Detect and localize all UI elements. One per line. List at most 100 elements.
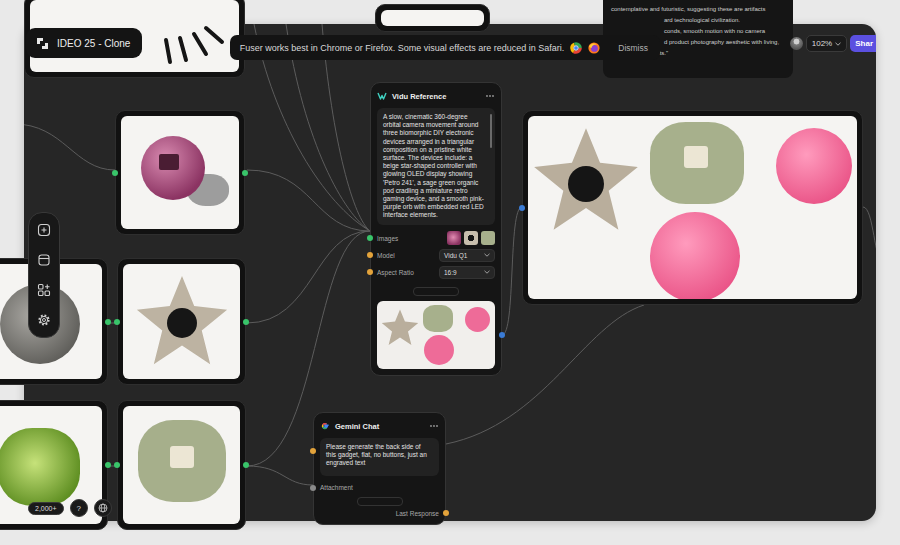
device-shape xyxy=(423,305,453,332)
node-title: Gemini Chat xyxy=(335,422,379,431)
output-port[interactable] xyxy=(243,319,249,325)
connection xyxy=(247,466,313,485)
credits-badge[interactable]: 2,000+ xyxy=(28,502,64,515)
image-thumbnail[interactable] xyxy=(481,231,495,245)
more-icon[interactable] xyxy=(429,424,439,428)
output-port[interactable] xyxy=(499,332,505,338)
device-shape xyxy=(650,212,740,299)
input-port[interactable] xyxy=(310,485,316,491)
vidu-reference-node[interactable]: Vidu Reference A slow, cinematic 360-degr… xyxy=(370,82,502,376)
status-pill xyxy=(357,497,403,506)
select-dropdown[interactable]: 16:9 xyxy=(439,266,495,279)
app-window: Vidu Reference A slow, cinematic 360-degr… xyxy=(24,24,876,521)
notice-text: Fuser works best in Chrome or Firefox. S… xyxy=(240,43,564,53)
node-field: Aspect Ratio 16:9 xyxy=(377,264,495,281)
device-screen xyxy=(167,308,197,338)
device-screen xyxy=(684,146,708,168)
output-label: Last Response xyxy=(396,510,439,517)
input-port[interactable] xyxy=(519,205,525,211)
templates-button[interactable] xyxy=(32,248,56,272)
image-node[interactable] xyxy=(115,110,245,235)
image-node[interactable] xyxy=(375,4,490,32)
user-avatar-icon[interactable] xyxy=(790,37,803,50)
connection xyxy=(24,124,115,170)
input-port[interactable] xyxy=(114,319,120,325)
apps-button[interactable] xyxy=(32,278,56,302)
device-shape xyxy=(0,428,80,506)
device-shape xyxy=(381,309,419,347)
vidu-logo-icon xyxy=(377,91,387,101)
photo xyxy=(381,10,484,26)
screen: contemplative and futuristic, suggesting… xyxy=(0,0,900,545)
output-port[interactable] xyxy=(243,462,249,468)
node-title: Vidu Reference xyxy=(392,92,446,101)
chevron-down-icon xyxy=(484,253,490,257)
image-node[interactable] xyxy=(117,258,246,385)
node-field: Images xyxy=(377,230,495,247)
node-field: Attachment xyxy=(320,481,439,494)
image-thumbnail[interactable] xyxy=(464,231,478,245)
field-label: Attachment xyxy=(320,484,353,491)
output-port[interactable] xyxy=(443,510,449,516)
prompt-textarea[interactable]: A slow, cinematic 360-degree orbital cam… xyxy=(377,108,495,225)
tooltip-line: contemplative and futuristic, suggesting… xyxy=(611,4,785,15)
gemini-chat-node[interactable]: Gemini Chat Please generate the back sid… xyxy=(313,412,446,525)
project-title[interactable]: IDEO 25 - Clone xyxy=(26,28,142,58)
language-button[interactable] xyxy=(94,499,112,517)
device-screen xyxy=(170,446,194,468)
output-port[interactable] xyxy=(105,319,111,325)
select-value: Vidu Q1 xyxy=(444,252,467,259)
fuser-logo-icon xyxy=(36,37,49,50)
settings-button[interactable] xyxy=(32,308,56,332)
node-field: Model Vidu Q1 xyxy=(377,247,495,264)
output-port[interactable] xyxy=(242,170,248,176)
output-row: Last Response xyxy=(320,508,439,518)
globe-icon xyxy=(98,503,108,513)
share-button[interactable]: Shar xyxy=(850,35,876,52)
field-label: Model xyxy=(377,252,395,259)
zoom-value: 102% xyxy=(812,39,832,48)
image-thumbnail[interactable] xyxy=(447,231,461,245)
input-port[interactable] xyxy=(367,269,373,275)
zoom-dropdown[interactable]: 102% xyxy=(806,35,847,52)
connection xyxy=(863,207,876,264)
bottom-left-bar: 2,000+? xyxy=(28,499,112,517)
connection xyxy=(502,207,522,335)
top-right-bar: 102% Shar xyxy=(790,35,876,52)
chrome-icon xyxy=(570,42,582,54)
photo xyxy=(123,406,240,524)
chevron-down-icon xyxy=(484,270,490,274)
node-header[interactable]: Vidu Reference xyxy=(377,89,495,103)
device-shape xyxy=(776,128,852,204)
connection xyxy=(247,170,370,231)
field-label: Aspect Ratio xyxy=(377,269,414,276)
input-port[interactable] xyxy=(367,252,373,258)
project-name: IDEO 25 - Clone xyxy=(57,38,130,49)
node-header[interactable]: Gemini Chat xyxy=(320,419,439,433)
video-output-node[interactable] xyxy=(522,110,863,305)
more-icon[interactable] xyxy=(485,94,495,98)
help-button[interactable]: ? xyxy=(70,499,88,517)
photo xyxy=(528,116,857,299)
device-shape xyxy=(465,307,490,332)
field-label: Images xyxy=(377,235,398,242)
select-dropdown[interactable]: Vidu Q1 xyxy=(439,249,495,262)
image-thumbnails xyxy=(447,231,495,245)
output-port[interactable] xyxy=(105,462,111,468)
plus-square-icon xyxy=(37,223,51,237)
input-port[interactable] xyxy=(112,170,118,176)
input-port[interactable] xyxy=(367,235,373,241)
scrollbar[interactable] xyxy=(490,114,492,148)
input-port[interactable] xyxy=(114,462,120,468)
browser-notice: Fuser works best in Chrome or Firefox. S… xyxy=(230,35,660,60)
add-node-button[interactable] xyxy=(32,218,56,242)
chevron-down-icon xyxy=(835,42,841,46)
left-toolbar xyxy=(28,212,60,338)
output-preview[interactable] xyxy=(377,301,495,369)
dismiss-button[interactable]: Dismiss xyxy=(612,40,654,56)
tooltip-line: ard technological civilization. xyxy=(611,15,785,26)
image-node[interactable] xyxy=(117,400,246,530)
input-port[interactable] xyxy=(310,448,316,454)
prompt-textarea[interactable]: Please generate the back side of this ga… xyxy=(320,438,439,476)
device-screen xyxy=(568,166,604,202)
